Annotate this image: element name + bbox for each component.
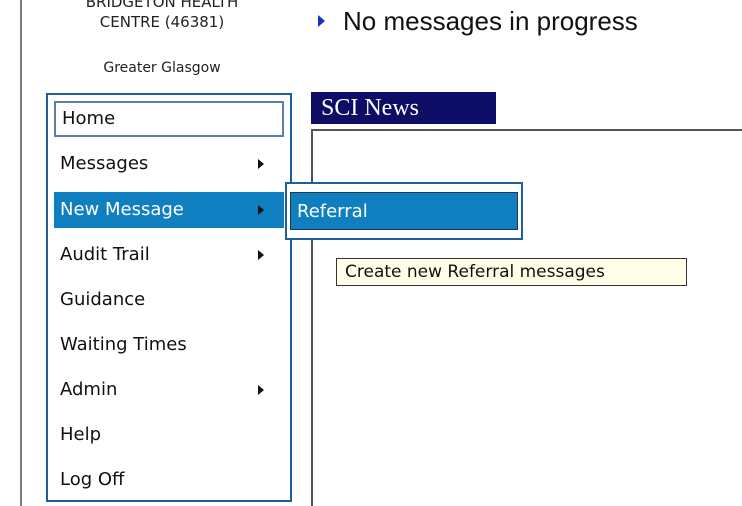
practice-name-line2: CENTRE (46381) — [99, 13, 225, 31]
tooltip: Create new Referral messages — [336, 258, 687, 286]
menu-item-guidance[interactable]: Guidance — [54, 282, 284, 318]
left-border-divider — [20, 0, 22, 506]
menu-item-home[interactable]: Home — [54, 101, 284, 137]
submenu-arrow-icon — [258, 385, 264, 395]
main-menu: Home Messages New Message Audit Trail Gu… — [46, 93, 292, 502]
menu-item-label: Help — [60, 424, 102, 445]
practice-name-line1: BRIDGETON HEALTH — [85, 0, 239, 11]
menu-item-label: Admin — [60, 379, 118, 400]
submenu-arrow-icon — [258, 250, 264, 260]
health-board-label: Greater Glasgow — [103, 60, 221, 76]
menu-item-label: Audit Trail — [60, 244, 150, 265]
menu-item-log-off[interactable]: Log Off — [54, 462, 284, 498]
menu-item-label: New Message — [60, 199, 184, 220]
news-title-tab: SCI News — [311, 92, 496, 124]
sci-gateway-window: BRIDGETON HEALTH CENTRE (46381) Greater … — [0, 0, 742, 506]
submenu-item-referral[interactable]: Referral — [290, 192, 518, 230]
status-message-text: No messages in progress — [343, 6, 638, 36]
menu-item-new-message[interactable]: New Message — [54, 192, 284, 228]
menu-item-label: Waiting Times — [60, 334, 187, 355]
menu-item-label: Home — [62, 108, 116, 129]
menu-item-help[interactable]: Help — [54, 417, 284, 453]
submenu-arrow-icon — [258, 159, 264, 169]
menu-item-waiting-times[interactable]: Waiting Times — [54, 327, 284, 363]
submenu-arrow-icon — [258, 205, 264, 215]
triangle-bullet-icon — [318, 15, 325, 28]
new-message-submenu: Referral — [285, 182, 523, 240]
submenu-item-label: Referral — [297, 201, 368, 222]
menu-item-label: Guidance — [60, 289, 146, 310]
menu-item-messages[interactable]: Messages — [54, 146, 284, 182]
menu-item-admin[interactable]: Admin — [54, 372, 284, 408]
menu-item-label: Log Off — [60, 469, 125, 490]
menu-item-audit-trail[interactable]: Audit Trail — [54, 237, 284, 273]
menu-item-label: Messages — [60, 153, 149, 174]
status-message: No messages in progress — [318, 6, 638, 37]
practice-name: BRIDGETON HEALTH CENTRE (46381) — [32, 0, 292, 32]
